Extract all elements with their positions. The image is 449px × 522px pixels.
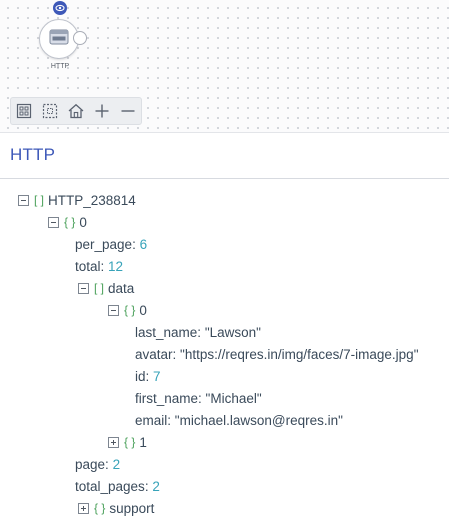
panel-divider bbox=[0, 178, 449, 179]
http-icon bbox=[49, 29, 69, 50]
tree-key: 1 bbox=[139, 434, 147, 450]
node-output-port[interactable] bbox=[73, 31, 87, 45]
tree-separator: : bbox=[132, 236, 140, 252]
tree-node-root[interactable]: [ ] HTTP_238814 bbox=[18, 191, 136, 209]
tree-separator: : bbox=[172, 346, 181, 362]
expand-icon[interactable] bbox=[108, 436, 119, 448]
tree-value: 2 bbox=[112, 456, 121, 472]
object-bracket-icon: { } bbox=[124, 435, 136, 449]
tree-leaf-total: total: 12 bbox=[75, 257, 123, 275]
tree-leaf-avatar: avatar: "https://reqres.in/img/faces/7-i… bbox=[135, 345, 419, 363]
tree-key: support bbox=[109, 500, 155, 516]
array-bracket-icon: [ ] bbox=[34, 193, 45, 207]
tree-key: 0 bbox=[139, 302, 147, 318]
tree-key: total_pages bbox=[75, 478, 145, 494]
tree-key: 0 bbox=[79, 214, 87, 230]
tree-value: "https://reqres.in/img/faces/7-image.jpg… bbox=[180, 346, 419, 362]
tree-separator: : bbox=[198, 390, 206, 406]
tree-key: first_name bbox=[135, 390, 199, 406]
object-bracket-icon: { } bbox=[124, 303, 136, 317]
collapse-icon[interactable] bbox=[18, 194, 29, 206]
tree-node-data-1[interactable]: { } 1 bbox=[108, 433, 147, 451]
tree-leaf-page: page: 2 bbox=[75, 455, 120, 473]
expand-icon[interactable] bbox=[78, 502, 89, 514]
tree-separator: : bbox=[105, 456, 113, 472]
tree-leaf-last-name: last_name: "Lawson" bbox=[135, 323, 261, 341]
tree-value: "Michael" bbox=[205, 390, 262, 406]
zoom-out-icon[interactable] bbox=[115, 98, 141, 124]
home-icon[interactable] bbox=[63, 98, 89, 124]
tree-node-item-0[interactable]: { } 0 bbox=[48, 213, 87, 231]
tree-key: total bbox=[75, 258, 101, 274]
tree-separator: : bbox=[144, 478, 153, 494]
tree-node-support[interactable]: { } support bbox=[78, 499, 154, 517]
tree-value: "michael.lawson@reqres.in" bbox=[174, 412, 343, 428]
tree-key: id bbox=[135, 368, 146, 384]
tree-separator: : bbox=[100, 258, 109, 274]
fit-to-screen-icon[interactable] bbox=[11, 98, 37, 124]
select-area-icon[interactable] bbox=[37, 98, 63, 124]
tree-key: HTTP_238814 bbox=[48, 192, 136, 208]
tree-key: last_name bbox=[135, 324, 198, 340]
tree-key: avatar bbox=[135, 346, 173, 362]
tree-key: page bbox=[75, 456, 106, 472]
collapse-icon[interactable] bbox=[78, 282, 89, 294]
tree-value: 6 bbox=[139, 236, 148, 252]
workflow-canvas[interactable]: HTTP bbox=[0, 0, 449, 132]
tree-value: 2 bbox=[152, 478, 160, 494]
canvas-divider bbox=[0, 132, 449, 133]
tree-value: "Lawson" bbox=[204, 324, 261, 340]
tree-leaf-total-pages: total_pages: 2 bbox=[75, 477, 160, 495]
collapse-icon[interactable] bbox=[108, 304, 119, 316]
tree-node-data-0[interactable]: { } 0 bbox=[108, 301, 147, 319]
tree-value: 12 bbox=[108, 258, 124, 274]
tree-separator: : bbox=[167, 412, 175, 428]
object-bracket-icon: { } bbox=[64, 215, 76, 229]
tree-separator: : bbox=[197, 324, 205, 340]
object-bracket-icon: { } bbox=[94, 501, 106, 515]
collapse-icon[interactable] bbox=[48, 216, 59, 228]
tree-key: data bbox=[108, 280, 135, 296]
array-bracket-icon: [ ] bbox=[94, 281, 105, 295]
tree-value: 7 bbox=[153, 368, 161, 384]
tree-leaf-email: email: "michael.lawson@reqres.in" bbox=[135, 411, 343, 429]
tree-leaf-per-page: per_page: 6 bbox=[75, 235, 147, 253]
tree-leaf-id: id: 7 bbox=[135, 367, 161, 385]
tree-key: per_page bbox=[75, 236, 133, 252]
node-label: HTTP bbox=[50, 63, 70, 70]
tree-node-data[interactable]: [ ] data bbox=[78, 279, 134, 297]
tree-separator: : bbox=[145, 368, 154, 384]
panel-title: HTTP bbox=[10, 145, 56, 164]
zoom-in-icon[interactable] bbox=[89, 98, 115, 124]
tree-leaf-first-name: first_name: "Michael" bbox=[135, 389, 262, 407]
tree-key: email bbox=[135, 412, 168, 428]
canvas-toolbar bbox=[10, 97, 142, 125]
eye-icon[interactable] bbox=[53, 1, 67, 15]
